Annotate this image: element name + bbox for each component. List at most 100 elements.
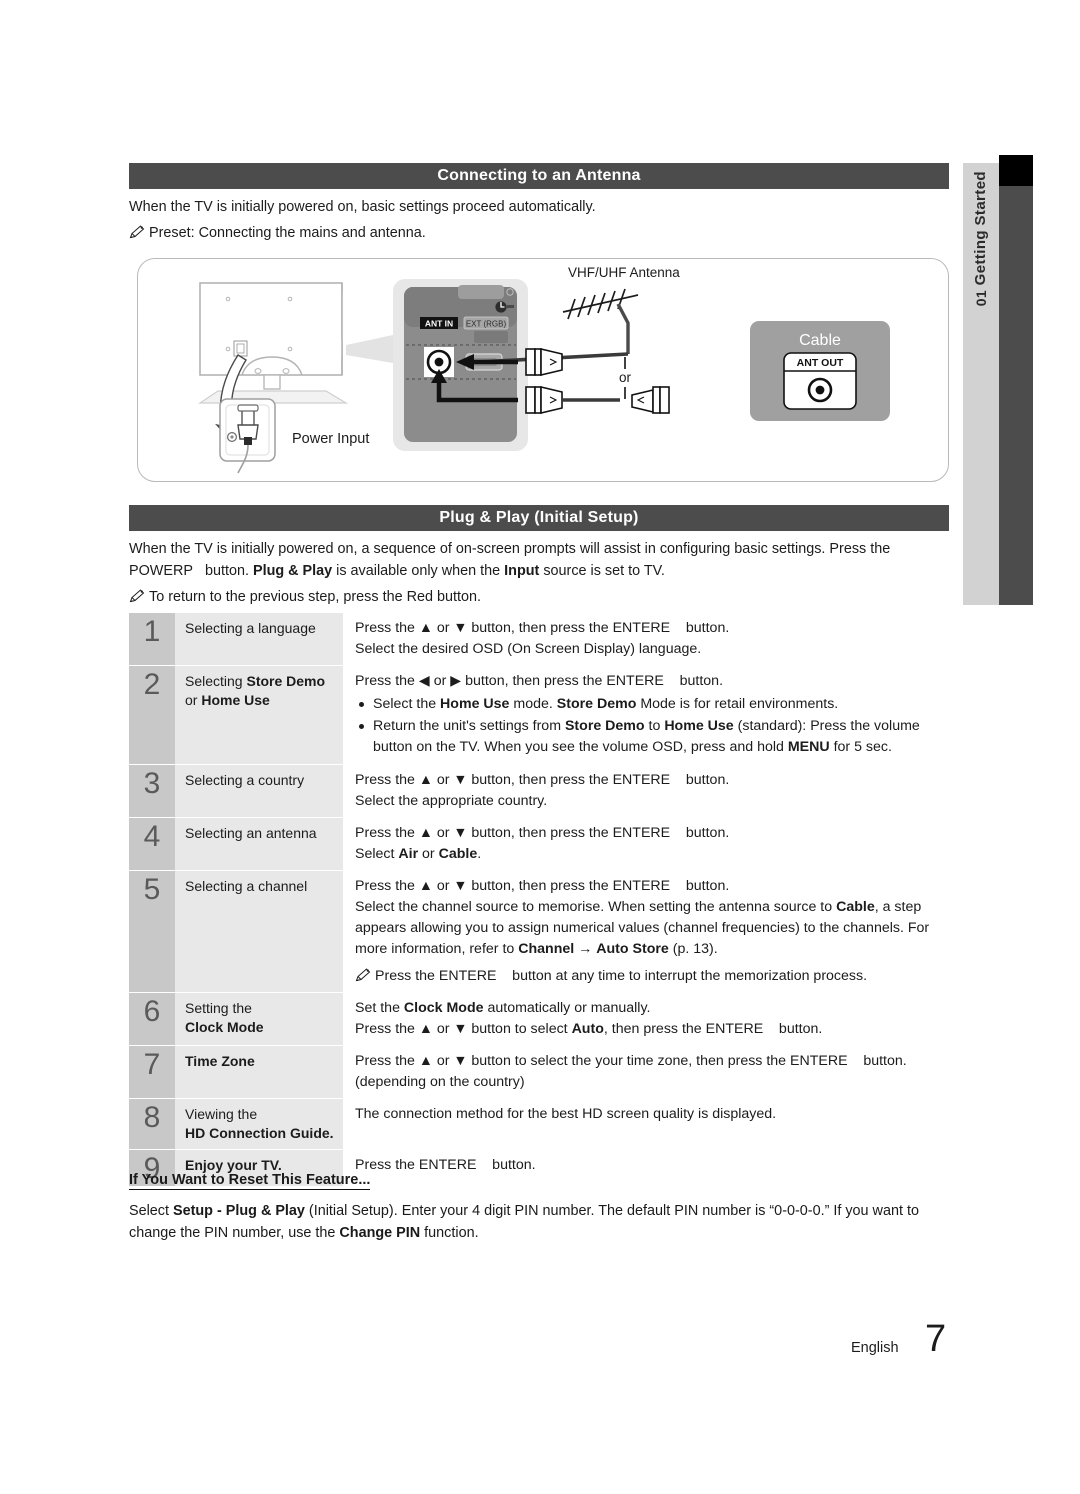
table-row: 7 Time Zone Press the ▲ or ▼ button to s… [129,1045,949,1098]
cable-label: Cable [799,332,841,349]
chapter-tab-text: 01 Getting Started [963,171,999,306]
table-row: 4 Selecting an antenna Press the ▲ or ▼ … [129,817,949,870]
step-number: 8 [129,1099,175,1149]
note-pencil-icon [355,968,371,982]
step-label: Selecting Store Demo or Home Use [175,666,343,764]
step-number: 3 [129,765,175,817]
step-number: 6 [129,993,175,1045]
section-heading-plugplay: Plug & Play (Initial Setup) [129,505,949,531]
table-row: 1 Selecting a language Press the ▲ or ▼ … [129,613,949,665]
ant-in-label: ANT IN [425,319,453,329]
step-label: Selecting an antenna [175,818,343,870]
step-description: The connection method for the best HD sc… [343,1099,949,1149]
step-label-bold: Time Zone [185,1053,255,1069]
step-desc-line: Press the ENTERE button. [355,1157,536,1173]
step-label-text: Setting the [185,1000,252,1016]
step-label-bold: Home Use [201,692,270,708]
step-desc-line: Select the desired OSD (On Screen Displa… [355,641,702,657]
ext-rgb-label: EXT (RGB) [466,320,507,329]
power-input-label: Power Input [292,431,369,447]
step-description: Press the ▲ or ▼ button to select the yo… [343,1046,949,1098]
step-description: Set the Clock Mode automatically or manu… [343,993,949,1045]
plugplay-text-f: Input [504,563,540,579]
step-desc-note: Press the ENTERE button at any time to i… [355,966,949,987]
plugplay-note: To return to the previous step, press th… [129,586,949,608]
vhf-uhf-antenna-graphic: VHF/UHF Antenna [562,265,680,354]
tv-rear-closeup: ANT IN EXT (RGB) [393,279,528,451]
step-number: 1 [129,613,175,665]
plugplay-text-a: When the TV is initially powered on, a s… [129,541,891,557]
coax-connector-3 [631,386,670,414]
step-number: 7 [129,1046,175,1098]
reset-feature-body: Select Setup - Plug & Play (Initial Setu… [129,1200,949,1244]
step-description: Press the ▲ or ▼ button, then press the … [343,871,949,992]
table-row: 3 Selecting a country Press the ▲ or ▼ b… [129,764,949,817]
step-label: Selecting a channel [175,871,343,992]
step-desc-line: Select the appropriate country. [355,793,548,809]
step-description: Press the ▲ or ▼ button, then press the … [343,613,949,665]
step-label-text: Selecting [185,673,247,689]
reset-body-bold-2: Change PIN [339,1225,421,1241]
step-label-bold: Store Demo [246,673,326,689]
step-number: 5 [129,871,175,992]
table-row: 6 Setting the Clock Mode Set the Clock M… [129,992,949,1045]
footer-language: English [851,1340,899,1356]
chapter-marker-dark [999,186,1033,605]
table-row: 8 Viewing the HD Connection Guide. The c… [129,1098,949,1149]
step-desc-line: Press the ▲ or ▼ button, then press the … [355,878,730,894]
step-label-bold: Enjoy your TV. [185,1157,282,1173]
plugplay-steps-table: 1 Selecting a language Press the ▲ or ▼ … [129,613,949,1186]
step-description: Press the ◀ or ▶ button, then press the … [343,666,949,764]
step-label-bold: HD Connection Guide. [185,1125,334,1141]
antenna-note: Preset: Connecting the mains and antenna… [129,222,949,244]
step-bullet-list: Select the Home Use mode. Store Demo Mod… [355,694,949,758]
chapter-title: Getting Started [972,171,989,286]
manual-page: 01 Getting Started Connecting to an Ante… [0,0,1080,1494]
section-heading-antenna: Connecting to an Antenna [129,163,949,189]
step-desc-line: Press the ▲ or ▼ button, then press the … [355,772,730,788]
plugplay-text-d: Plug & Play [252,563,333,579]
power-plug-graphic [219,398,276,474]
chapter-number: 01 [973,289,989,307]
antenna-connection-illustration: Power Input ANT IN EXT (RGB) VHF/UHF Ant… [137,258,949,482]
step-label: Time Zone [175,1046,343,1098]
step-desc-line: Select the channel source to memorise. W… [355,899,930,957]
step-label-text: or [185,692,202,708]
table-row: 2 Selecting Store Demo or Home Use Press… [129,665,949,764]
step-desc-line: Select Air or Cable. [355,846,482,862]
step-desc-line: Press the ◀ or ▶ button, then press the … [355,673,724,689]
list-item: Return the unit's settings from Store De… [355,716,949,758]
step-description: Press the ENTERE button. [343,1150,949,1186]
cable-box-graphic: Cable ANT OUT [750,321,890,421]
reset-body-1: Select [129,1203,173,1219]
reset-body-bold-1: Setup - Plug & Play [173,1203,305,1219]
step-label-text: Viewing the [185,1106,258,1122]
reset-feature-title: If You Want to Reset This Feature... [129,1172,371,1190]
plugplay-text-c: button. [204,563,249,579]
table-row: 5 Selecting a channel Press the ▲ or ▼ b… [129,870,949,992]
step-desc-line: Press the ▲ or ▼ button, then press the … [355,825,730,841]
step-label: Selecting a language [175,613,343,665]
list-item: Select the Home Use mode. Store Demo Mod… [355,694,949,715]
step-desc-line: Press the ▲ or ▼ button, then press the … [355,620,730,636]
note-pencil-icon [129,589,145,603]
step-label-text: Selecting a country [185,772,305,788]
footer-page-number: 7 [925,1318,947,1360]
chapter-tab: 01 Getting Started [963,163,999,605]
step-label-text: Selecting an antenna [185,825,317,841]
step-description: Press the ▲ or ▼ button, then press the … [343,765,949,817]
coax-connector-2 [525,385,563,415]
step-label-bold: Clock Mode [185,1019,264,1035]
vhf-uhf-label: VHF/UHF Antenna [568,265,680,280]
step-desc-line: Press the ▲ or ▼ button to select Auto, … [355,1021,823,1037]
step-desc-line: (depending on the country) [355,1074,525,1090]
step-label: Selecting a country [175,765,343,817]
step-desc-line: The connection method for the best HD sc… [355,1106,777,1122]
or-label: or [619,370,632,385]
step-desc-line: Set the Clock Mode automatically or manu… [355,1000,651,1016]
step-number: 4 [129,818,175,870]
ant-out-label: ANT OUT [797,357,844,369]
step-label: Setting the Clock Mode [175,993,343,1045]
step-description: Press the ▲ or ▼ button, then press the … [343,818,949,870]
coax-connector-1 [525,347,563,377]
